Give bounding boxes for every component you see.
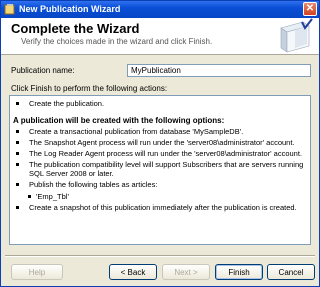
close-icon: ✕	[305, 3, 315, 14]
instruction-label: Click Finish to perform the following ac…	[11, 84, 168, 93]
bullet-icon	[16, 206, 19, 209]
list-item: Create a transactional publication from …	[16, 127, 306, 136]
actions-list[interactable]: Create the publication. A publication wi…	[9, 95, 311, 245]
wizard-window: New Publication Wizard ✕ Complete the Wi…	[0, 0, 320, 287]
list-item: Create the publication.	[16, 99, 306, 108]
list-item: The publication compatibility level will…	[16, 160, 306, 178]
finish-button[interactable]: Finish	[215, 264, 263, 280]
help-button[interactable]: Help	[11, 264, 63, 280]
bullet-icon	[16, 102, 19, 105]
page-subtitle: Verify the choices made in the wizard an…	[21, 37, 213, 46]
footer-divider	[5, 255, 315, 257]
bullet-icon	[16, 152, 19, 155]
title-bar: New Publication Wizard ✕	[1, 1, 319, 18]
bullet-icon	[16, 163, 19, 166]
publication-name-label: Publication name:	[11, 66, 75, 75]
bullet-icon	[28, 195, 31, 198]
publication-name-input[interactable]	[127, 64, 311, 77]
wizard-app-icon	[4, 4, 15, 15]
bullet-icon	[16, 130, 19, 133]
next-button[interactable]: Next >	[162, 264, 210, 280]
page-title: Complete the Wizard	[11, 21, 140, 36]
list-item: Create a snapshot of this publication im…	[16, 203, 306, 212]
wizard-books-icon	[280, 18, 313, 53]
list-item: The Snapshot Agent process will run unde…	[16, 138, 306, 147]
back-button[interactable]: < Back	[109, 264, 157, 280]
window-title: New Publication Wizard	[19, 4, 121, 14]
options-heading: A publication will be created with the f…	[13, 116, 225, 125]
list-item: Publish the following tables as articles…	[16, 180, 306, 189]
close-button[interactable]: ✕	[303, 2, 317, 16]
bullet-icon	[16, 141, 19, 144]
wizard-header: Complete the Wizard Verify the choices m…	[1, 18, 319, 55]
bullet-icon	[16, 183, 19, 186]
article-item: 'Emp_Tbl'	[28, 192, 69, 201]
list-item: The Log Reader Agent process will run un…	[16, 149, 306, 158]
cancel-button[interactable]: Cancel	[267, 264, 315, 280]
